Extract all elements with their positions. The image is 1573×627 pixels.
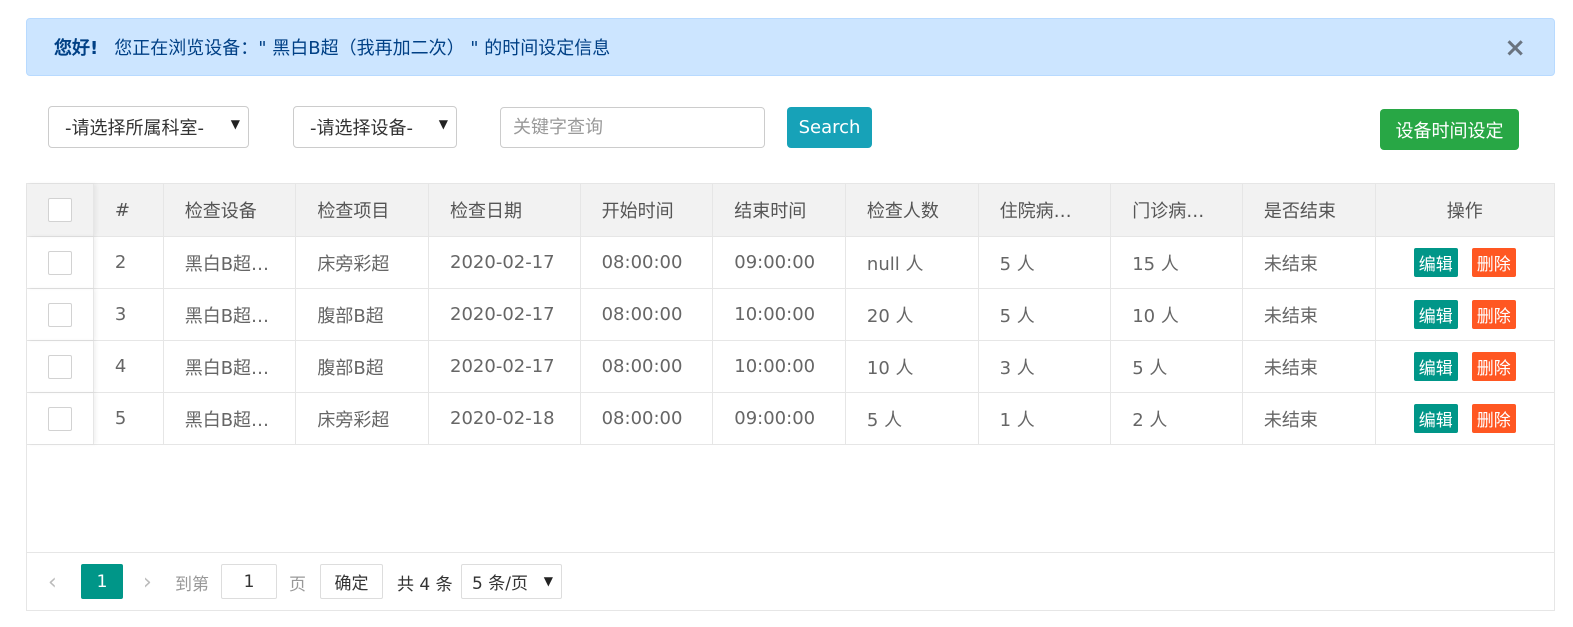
cell-device: 黑白B超… <box>164 237 297 288</box>
cell-index: 3 <box>94 289 164 340</box>
chevron-down-icon: ▼ <box>230 117 240 131</box>
prev-page-icon[interactable]: ‹ <box>48 570 57 595</box>
cell-actions: 编辑 删除 <box>1376 237 1554 288</box>
page-unit-label: 页 <box>289 574 306 595</box>
cell-end-time: 10:00:00 <box>713 289 846 340</box>
cell-index: 5 <box>94 393 164 444</box>
cell-inpatient: 1 人 <box>979 393 1112 444</box>
edit-button[interactable]: 编辑 <box>1413 248 1458 277</box>
cell-index: 2 <box>94 237 164 288</box>
page-size-value: 5 条/页 <box>472 574 528 594</box>
cell-finished: 未结束 <box>1243 393 1376 444</box>
cell-finished: 未结束 <box>1243 237 1376 288</box>
total-count: 共 4 条 <box>397 574 453 595</box>
cell-exam-count: 5 人 <box>846 393 979 444</box>
cell-inpatient: 5 人 <box>979 237 1112 288</box>
cell-inpatient: 5 人 <box>979 289 1112 340</box>
chevron-down-icon: ▼ <box>543 574 553 588</box>
page-size-select[interactable]: 5 条/页 ▼ <box>461 564 562 599</box>
delete-button[interactable]: 删除 <box>1471 248 1516 277</box>
edit-button[interactable]: 编辑 <box>1413 300 1458 329</box>
search-input[interactable] <box>500 107 765 148</box>
row-checkbox[interactable] <box>48 354 72 379</box>
delete-button[interactable]: 删除 <box>1471 300 1516 329</box>
cell-start-time: 08:00:00 <box>581 393 714 444</box>
header-inpatient: 住院病… <box>979 184 1112 236</box>
close-icon[interactable]: × <box>1504 35 1526 61</box>
header-index: # <box>94 184 164 236</box>
cell-start-time: 08:00:00 <box>581 289 714 340</box>
cell-outpatient: 15 人 <box>1111 237 1243 288</box>
next-page-icon[interactable]: › <box>143 570 152 595</box>
cell-outpatient: 5 人 <box>1111 341 1243 392</box>
cell-date: 2020-02-17 <box>429 341 581 392</box>
cell-index: 4 <box>94 341 164 392</box>
pagination: ‹ 1 › 到第 页 确定 共 4 条 5 条/页 ▼ <box>27 552 1554 611</box>
cell-item: 床旁彩超 <box>296 237 430 288</box>
goto-page-input[interactable] <box>221 564 277 599</box>
device-time-setting-button[interactable]: 设备时间设定 <box>1380 109 1519 150</box>
cell-exam-count: 10 人 <box>846 341 979 392</box>
row-checkbox[interactable] <box>48 406 72 431</box>
cell-start-time: 08:00:00 <box>581 341 714 392</box>
table-row: 5 黑白B超… 床旁彩超 2020-02-18 08:00:00 09:00:00 5 人1… <box>27 393 1554 445</box>
device-select[interactable]: -请选择设备- ▼ <box>293 106 457 148</box>
cell-outpatient: 2 人 <box>1111 393 1243 444</box>
cell-item: 床旁彩超 <box>296 393 430 444</box>
department-select-value: -请选择所属科室- <box>65 118 204 139</box>
info-alert: 您好! 您正在浏览设备：" 黑白B超（我再加二次） " 的时间设定信息 × <box>26 18 1555 76</box>
current-page-button[interactable]: 1 <box>81 564 123 599</box>
cell-end-time: 10:00:00 <box>713 341 846 392</box>
alert-greeting: 您好! <box>54 38 99 59</box>
cell-exam-count: 20 人 <box>846 289 979 340</box>
cell-end-time: 09:00:00 <box>713 237 846 288</box>
row-checkbox[interactable] <box>48 250 72 275</box>
table-row: 4 黑白B超… 腹部B超 2020-02-17 08:00:00 10:00:00 10 人… <box>27 341 1554 393</box>
table-header: # 检查设备 检查项目 检查日期 开始时间 结束时间 检查人数 住院病… 门诊病… <box>27 184 1554 237</box>
row-checkbox[interactable] <box>48 302 72 327</box>
goto-confirm-button[interactable]: 确定 <box>320 564 383 599</box>
cell-date: 2020-02-18 <box>429 393 581 444</box>
header-end-time: 结束时间 <box>713 184 846 236</box>
search-button[interactable]: Search <box>787 107 872 148</box>
cell-start-time: 08:00:00 <box>581 237 714 288</box>
cell-actions: 编辑 删除 <box>1376 393 1554 444</box>
cell-item: 腹部B超 <box>296 289 430 340</box>
delete-button[interactable]: 删除 <box>1471 404 1516 433</box>
edit-button[interactable]: 编辑 <box>1413 404 1458 433</box>
cell-end-time: 09:00:00 <box>713 393 846 444</box>
select-all-checkbox[interactable] <box>48 198 72 222</box>
header-start-time: 开始时间 <box>581 184 714 236</box>
department-select[interactable]: -请选择所属科室- ▼ <box>48 106 249 148</box>
edit-button[interactable]: 编辑 <box>1413 352 1458 381</box>
header-date: 检查日期 <box>429 184 581 236</box>
cell-item: 腹部B超 <box>296 341 430 392</box>
table-row: 2 黑白B超… 床旁彩超 2020-02-17 08:00:00 09:00:00 null… <box>27 237 1554 289</box>
cell-finished: 未结束 <box>1243 289 1376 340</box>
header-device: 检查设备 <box>164 184 297 236</box>
header-outpatient: 门诊病… <box>1111 184 1243 236</box>
cell-inpatient: 3 人 <box>979 341 1112 392</box>
cell-device: 黑白B超… <box>164 393 297 444</box>
device-select-value: -请选择设备- <box>310 118 413 139</box>
cell-outpatient: 10 人 <box>1111 289 1243 340</box>
header-actions: 操作 <box>1446 201 1483 222</box>
cell-device: 黑白B超… <box>164 341 297 392</box>
cell-device: 黑白B超… <box>164 289 297 340</box>
chevron-down-icon: ▼ <box>438 117 448 131</box>
header-item: 检查项目 <box>296 184 430 236</box>
goto-label: 到第 <box>175 574 209 595</box>
cell-actions: 编辑 删除 <box>1376 341 1554 392</box>
cell-exam-count: null 人 <box>846 237 979 288</box>
cell-finished: 未结束 <box>1243 341 1376 392</box>
schedule-table: # 检查设备 检查项目 检查日期 开始时间 结束时间 检查人数 住院病… 门诊病… <box>26 183 1555 611</box>
delete-button[interactable]: 删除 <box>1471 352 1516 381</box>
cell-actions: 编辑 删除 <box>1376 289 1554 340</box>
header-finished: 是否结束 <box>1243 184 1376 236</box>
table-row: 3 黑白B超… 腹部B超 2020-02-17 08:00:00 10:00:00 20 人… <box>27 289 1554 341</box>
cell-date: 2020-02-17 <box>429 289 581 340</box>
alert-message: 您正在浏览设备：" 黑白B超（我再加二次） " 的时间设定信息 <box>114 38 611 59</box>
header-exam-count: 检查人数 <box>846 184 979 236</box>
cell-date: 2020-02-17 <box>429 237 581 288</box>
